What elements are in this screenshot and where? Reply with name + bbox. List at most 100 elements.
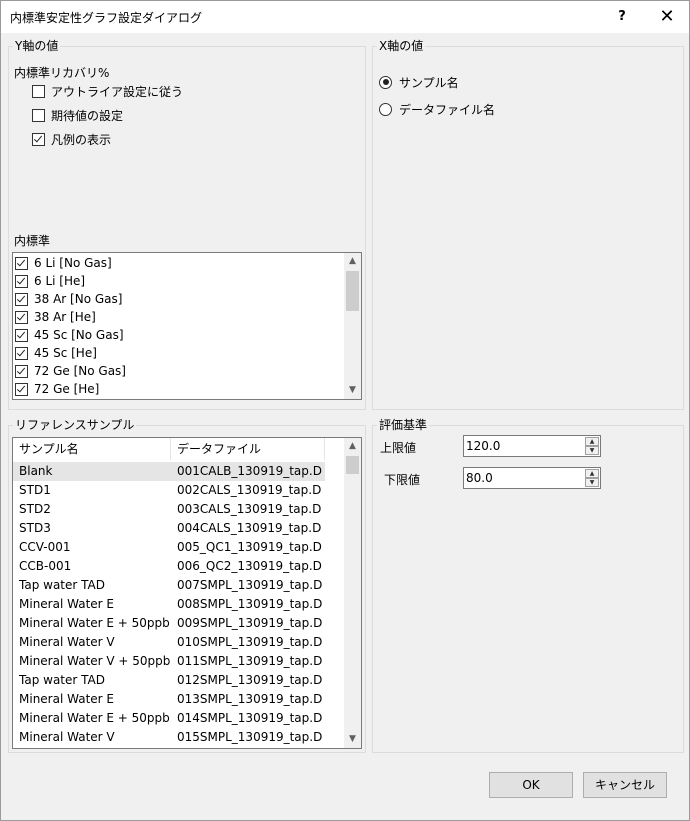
table-row[interactable]: Mineral Water E + 50ppb 014SMPL_130919_ta…	[13, 709, 325, 728]
internal-standard-item-label: 45 Sc [He]	[34, 346, 97, 360]
internal-standard-item[interactable]: 38 Ar [He]	[15, 308, 96, 326]
cell-sample-name: Tap water TAD	[19, 673, 105, 687]
cell-data-file: 006_QC2_130919_tap.D	[177, 559, 322, 573]
reference-sample-group-label: リファレンスサンプル	[13, 418, 137, 432]
checkbox-checked[interactable]	[15, 292, 28, 306]
y-option-0-label: アウトライア設定に従う	[51, 84, 184, 99]
x-option-0[interactable]: サンプル名	[379, 74, 459, 90]
checkbox-checked[interactable]	[15, 274, 28, 288]
close-icon[interactable]: ✕	[653, 5, 681, 29]
criteria-group-label: 評価基準	[377, 418, 430, 432]
internal-standard-item-label: 72 Ge [No Gas]	[34, 364, 126, 378]
y-axis-group-label: Y軸の値	[13, 39, 61, 53]
checkbox-unchecked[interactable]	[32, 108, 45, 122]
internal-standard-item-label: 45 Sc [No Gas]	[34, 328, 124, 342]
internal-standard-label: 内標準	[14, 234, 51, 248]
internal-standard-item[interactable]: 72 Ge [He]	[15, 380, 99, 398]
checkbox-checked[interactable]	[15, 346, 28, 360]
scroll-up-arrow-icon[interactable]: ▲	[344, 438, 361, 455]
scroll-thumb[interactable]	[346, 456, 359, 474]
spin-up-icon[interactable]: ▲	[585, 437, 599, 446]
reference-sample-table[interactable]: サンプル名 データファイル Blank 001CALB_130919_tap.D S…	[12, 437, 362, 749]
cell-data-file: 001CALB_130919_tap.D	[177, 464, 322, 478]
column-header-data-file[interactable]: データファイル	[171, 438, 325, 460]
scroll-thumb[interactable]	[346, 271, 359, 311]
table-row[interactable]: STD3 004CALS_130919_tap.D	[13, 519, 325, 538]
scroll-up-arrow-icon[interactable]: ▲	[344, 253, 361, 270]
table-row[interactable]: Mineral Water E + 50ppb 009SMPL_130919_ta…	[13, 614, 325, 633]
table-row[interactable]: STD1 002CALS_130919_tap.D	[13, 481, 325, 500]
internal-standard-list[interactable]: 6 Li [No Gas] 6 Li [He] 38 Ar [No Gas] 38 A…	[12, 252, 362, 400]
y-option-1[interactable]: 期待値の設定	[32, 107, 123, 123]
window-title: 内標準安定性グラフ設定ダイアログ	[10, 11, 203, 25]
ok-button[interactable]: OK	[489, 772, 573, 798]
y-option-1-label: 期待値の設定	[51, 108, 124, 123]
x-option-1-label: データファイル名	[399, 102, 496, 117]
title-bar: 内標準安定性グラフ設定ダイアログ ? ✕	[1, 1, 689, 33]
table-row[interactable]: CCV-001 005_QC1_130919_tap.D	[13, 538, 325, 557]
internal-standard-item[interactable]: 45 Sc [He]	[15, 344, 97, 362]
cell-sample-name: Mineral Water E + 50ppb	[19, 711, 170, 725]
cell-sample-name: Blank	[19, 464, 53, 478]
x-option-1[interactable]: データファイル名	[379, 101, 495, 117]
x-option-0-label: サンプル名	[399, 75, 459, 90]
cell-data-file: 005_QC1_130919_tap.D	[177, 540, 322, 554]
internal-standard-item[interactable]: 72 Ge [No Gas]	[15, 362, 126, 380]
radio-checked[interactable]	[379, 75, 392, 89]
upper-limit-spinner[interactable]: 120.0 ▲ ▼	[463, 435, 601, 457]
cell-data-file: 012SMPL_130919_tap.D	[177, 673, 323, 687]
internal-standard-item[interactable]: 38 Ar [No Gas]	[15, 290, 122, 308]
table-row[interactable]: Tap water TAD 007SMPL_130919_tap.D	[13, 576, 325, 595]
y-option-2[interactable]: 凡例の表示	[32, 131, 111, 147]
cell-data-file: 013SMPL_130919_tap.D	[177, 692, 323, 706]
help-button[interactable]: ?	[609, 5, 635, 29]
checkbox-checked[interactable]	[15, 364, 28, 378]
table-row[interactable]: Tap water TAD 012SMPL_130919_tap.D	[13, 671, 325, 690]
table-row[interactable]: CCB-001 006_QC2_130919_tap.D	[13, 557, 325, 576]
table-row[interactable]: Mineral Water E 008SMPL_130919_tap.D	[13, 595, 325, 614]
spin-down-icon[interactable]: ▼	[585, 446, 599, 455]
reference-scrollbar[interactable]: ▲ ▼	[344, 438, 361, 748]
radio-unchecked[interactable]	[379, 102, 392, 116]
lower-limit-value[interactable]: 80.0	[466, 471, 493, 485]
cell-sample-name: CCV-001	[19, 540, 71, 554]
spin-down-icon[interactable]: ▼	[585, 478, 599, 487]
cell-sample-name: STD2	[19, 502, 51, 516]
spin-up-icon[interactable]: ▲	[585, 469, 599, 478]
cell-sample-name: Mineral Water V + 50ppb	[19, 654, 171, 668]
cell-data-file: 015SMPL_130919_tap.D	[177, 730, 323, 744]
table-row[interactable]: Mineral Water V 010SMPL_130919_tap.D	[13, 633, 325, 652]
cell-sample-name: Mineral Water E	[19, 597, 114, 611]
checkbox-checked[interactable]	[15, 256, 28, 270]
y-option-0[interactable]: アウトライア設定に従う	[32, 83, 183, 99]
cell-sample-name: Mineral Water V	[19, 635, 115, 649]
cell-sample-name: Mineral Water E + 50ppb	[19, 616, 170, 630]
scroll-down-arrow-icon[interactable]: ▼	[344, 382, 361, 399]
table-row[interactable]: Mineral Water V + 50ppb 011SMPL_130919_ta…	[13, 652, 325, 671]
internal-standard-item[interactable]: 45 Sc [No Gas]	[15, 326, 124, 344]
checkbox-checked[interactable]	[32, 132, 45, 146]
x-axis-group-label: X軸の値	[377, 39, 426, 53]
upper-limit-label: 上限値	[380, 441, 417, 455]
lower-limit-spinner[interactable]: 80.0 ▲ ▼	[463, 467, 601, 489]
upper-limit-value[interactable]: 120.0	[466, 439, 500, 453]
internal-standard-item[interactable]: 6 Li [He]	[15, 272, 85, 290]
cell-sample-name: Mineral Water E	[19, 692, 114, 706]
scroll-down-arrow-icon[interactable]: ▼	[344, 731, 361, 748]
internal-standard-scrollbar[interactable]: ▲ ▼	[344, 253, 361, 399]
cell-sample-name: CCB-001	[19, 559, 72, 573]
cell-data-file: 014SMPL_130919_tap.D	[177, 711, 323, 725]
table-row[interactable]: Blank 001CALB_130919_tap.D	[13, 462, 325, 481]
checkbox-unchecked[interactable]	[32, 84, 45, 98]
table-row[interactable]: STD2 003CALS_130919_tap.D	[13, 500, 325, 519]
cell-data-file: 007SMPL_130919_tap.D	[177, 578, 323, 592]
checkbox-checked[interactable]	[15, 328, 28, 342]
cancel-button[interactable]: キャンセル	[583, 772, 667, 798]
table-row[interactable]: Mineral Water V 015SMPL_130919_tap.D	[13, 728, 325, 747]
column-header-sample-name[interactable]: サンプル名	[13, 438, 171, 460]
checkbox-checked[interactable]	[15, 382, 28, 396]
checkbox-checked[interactable]	[15, 310, 28, 324]
table-row[interactable]: Mineral Water E 013SMPL_130919_tap.D	[13, 690, 325, 709]
internal-standard-item[interactable]: 6 Li [No Gas]	[15, 254, 112, 272]
cell-data-file: 002CALS_130919_tap.D	[177, 483, 322, 497]
